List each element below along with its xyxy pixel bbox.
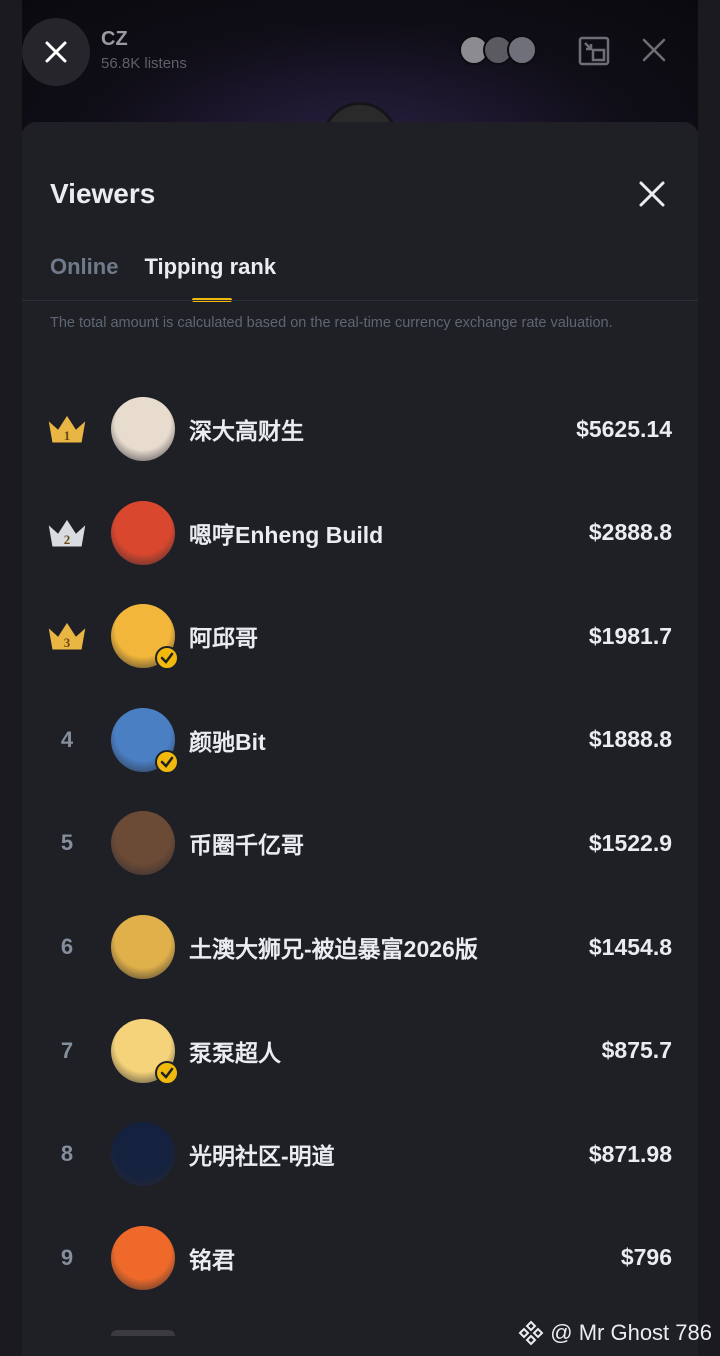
svg-text:1: 1 bbox=[64, 428, 71, 443]
list-item[interactable]: 7 泵泵超人 $875.7 bbox=[22, 999, 698, 1103]
avatar[interactable] bbox=[111, 500, 175, 565]
tip-amount: $875.7 bbox=[601, 1037, 672, 1064]
avatar-image bbox=[111, 1225, 175, 1290]
room-host-info: CZ 56.8K listens bbox=[101, 28, 187, 72]
rank-badge: 4 bbox=[42, 720, 92, 760]
viewer-name: 铭君 bbox=[189, 1246, 235, 1273]
list-item[interactable]: 3 阿邱哥 $1981.7 bbox=[22, 584, 698, 688]
rank-number: 6 bbox=[60, 934, 74, 959]
host-listens: 56.8K listens bbox=[101, 55, 187, 72]
rank-badge: 9 bbox=[42, 1238, 92, 1278]
avatar bbox=[111, 1330, 175, 1336]
viewer-name: 泵泵超人 bbox=[189, 1039, 281, 1066]
avatar[interactable] bbox=[111, 1122, 175, 1187]
avatar-image bbox=[111, 500, 175, 565]
viewer-name: 土澳大狮兄-被迫暴富2026版 bbox=[189, 936, 478, 962]
room-listener-avatars[interactable] bbox=[459, 35, 537, 65]
tip-amount: $871.98 bbox=[588, 1140, 672, 1167]
tip-amount: $1888.8 bbox=[588, 726, 672, 753]
tip-amount: $1522.9 bbox=[588, 829, 672, 856]
sheet-title: Viewers bbox=[50, 178, 156, 209]
avatar-image bbox=[111, 397, 175, 461]
avatar[interactable] bbox=[111, 397, 175, 461]
exchange-rate-note: The total amount is calculated based on … bbox=[50, 315, 613, 331]
tip-amount: $5625.14 bbox=[576, 415, 672, 442]
avatar[interactable] bbox=[111, 604, 179, 671]
viewer-name: 颜驰Bit bbox=[189, 728, 266, 755]
rank-badge: 8 bbox=[42, 1134, 92, 1174]
room-close-button[interactable] bbox=[22, 18, 90, 86]
list-item[interactable]: 2 嗯哼Enheng Build $2888.8 bbox=[22, 481, 698, 585]
avatar[interactable] bbox=[111, 1225, 175, 1290]
close-icon bbox=[639, 181, 665, 207]
list-item[interactable]: 1 深大高财生 $5625.14 bbox=[22, 377, 698, 481]
svg-text:2: 2 bbox=[64, 532, 71, 547]
exit-room-button[interactable] bbox=[640, 36, 668, 69]
rank-number: 5 bbox=[60, 830, 74, 856]
crown-icon: 3 bbox=[42, 616, 92, 656]
verified-badge-icon bbox=[155, 1060, 179, 1085]
binance-logo-icon bbox=[518, 1320, 544, 1346]
list-item[interactable]: 5 币圈千亿哥 $1522.9 bbox=[22, 791, 698, 895]
tab-tipping-rank[interactable]: Tipping rank bbox=[144, 254, 276, 302]
avatar[interactable] bbox=[111, 1018, 179, 1085]
minimize-button[interactable] bbox=[578, 36, 610, 71]
rank-badge: 6 bbox=[42, 927, 92, 967]
viewer-name: 嗯哼Enheng Build bbox=[189, 521, 384, 548]
watermark-text: @ Mr Ghost 786 bbox=[550, 1320, 712, 1345]
tip-amount: $796 bbox=[620, 1244, 672, 1271]
viewer-name: 币圈千亿哥 bbox=[189, 832, 304, 859]
avatar[interactable] bbox=[111, 707, 179, 774]
list-item[interactable]: 6 土澳大狮兄-被迫暴富2026版 $1454.8 bbox=[22, 895, 698, 999]
tip-amount: $1981.7 bbox=[588, 622, 672, 649]
close-icon bbox=[45, 41, 67, 63]
host-name: CZ bbox=[101, 28, 128, 50]
list-item[interactable]: 9 铭君 $796 bbox=[22, 1206, 698, 1310]
sheet-close-button[interactable] bbox=[636, 178, 668, 210]
rank-number: 7 bbox=[60, 1037, 74, 1063]
minimize-icon bbox=[578, 36, 610, 66]
viewer-name: 光明社区-明道 bbox=[189, 1143, 335, 1170]
watermark: @ Mr Ghost 786 bbox=[518, 1320, 712, 1346]
verified-badge-icon bbox=[155, 749, 179, 774]
avatar-image bbox=[111, 915, 175, 979]
avatar[interactable] bbox=[111, 811, 175, 876]
viewer-name: 深大高财生 bbox=[189, 418, 304, 444]
viewers-sheet: Viewers Online Tipping rank The total am… bbox=[22, 122, 698, 1356]
viewers-tabs: Online Tipping rank bbox=[50, 254, 276, 302]
crown-icon: 2 bbox=[42, 513, 92, 553]
svg-text:3: 3 bbox=[64, 635, 71, 650]
rank-badge: 7 bbox=[42, 1031, 92, 1071]
verified-badge-icon bbox=[155, 646, 179, 671]
listener-avatar bbox=[507, 35, 537, 65]
rank-badge: 5 bbox=[42, 823, 92, 863]
crown-icon: 1 bbox=[42, 409, 92, 449]
list-item[interactable]: 8 光明社区-明道 $871.98 bbox=[22, 1102, 698, 1206]
rank-number: 9 bbox=[60, 1244, 74, 1270]
avatar[interactable] bbox=[111, 915, 175, 979]
avatar-image bbox=[111, 811, 175, 876]
tab-online[interactable]: Online bbox=[50, 254, 118, 292]
rank-number: 8 bbox=[60, 1141, 74, 1167]
viewer-name: 阿邱哥 bbox=[189, 625, 258, 652]
close-icon bbox=[642, 38, 666, 62]
tabs-divider bbox=[22, 300, 698, 301]
rank-number: 4 bbox=[60, 726, 74, 752]
list-item[interactable]: 4 颜驰Bit $1888.8 bbox=[22, 688, 698, 792]
tip-amount: $2888.8 bbox=[588, 519, 672, 546]
tip-amount: $1454.8 bbox=[588, 933, 672, 960]
avatar-image bbox=[111, 1122, 175, 1187]
